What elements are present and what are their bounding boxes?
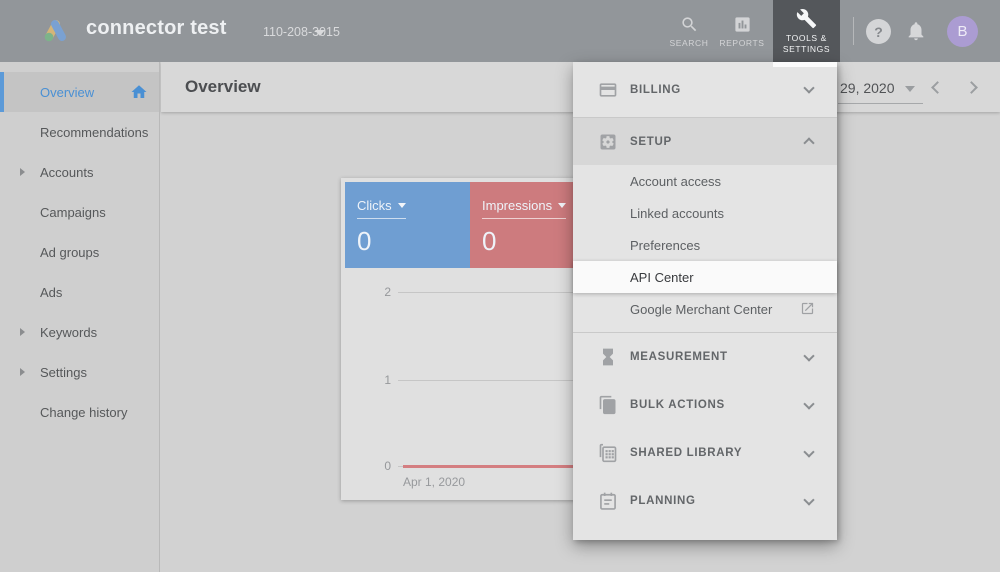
menu-section-measurement[interactable]: MEASUREMENT xyxy=(573,333,837,381)
menu-section-bulk-actions[interactable]: BULK ACTIONS xyxy=(573,381,837,429)
sidebar-item-accounts[interactable]: Accounts xyxy=(0,152,159,192)
menu-section-label: SETUP xyxy=(630,136,672,148)
reports-label: REPORTS xyxy=(719,38,764,48)
metric-caret-icon xyxy=(558,203,566,208)
menu-section-label: BILLING xyxy=(630,84,681,96)
left-navigation: Overview Recommendations Accounts Campai… xyxy=(0,62,160,572)
chevron-down-icon xyxy=(803,446,814,457)
y-tick-label: 1 xyxy=(361,373,391,387)
sidebar-item-label: Settings xyxy=(40,365,87,380)
menu-item-preferences[interactable]: Preferences xyxy=(573,229,837,261)
external-link-icon xyxy=(800,301,815,319)
date-range-caret-icon[interactable] xyxy=(905,86,915,92)
notifications-button[interactable] xyxy=(905,19,929,45)
menu-item-api-center[interactable]: API Center xyxy=(573,261,837,293)
help-button[interactable]: ? xyxy=(866,19,891,44)
tools-settings-button[interactable]: TOOLS & SETTINGS xyxy=(773,0,840,62)
planning-icon xyxy=(598,491,618,511)
sidebar-item-overview[interactable]: Overview xyxy=(0,72,159,112)
y-tick-label: 0 xyxy=(361,459,391,473)
home-icon xyxy=(130,83,148,104)
chevron-down-icon xyxy=(803,82,814,93)
menu-item-google-merchant-center[interactable]: Google Merchant Center xyxy=(573,293,837,325)
expand-arrow-icon[interactable] xyxy=(20,328,25,336)
avatar-initial: B xyxy=(957,23,967,40)
menu-section-setup[interactable]: SETUP xyxy=(573,118,837,165)
metric-selector[interactable]: Impressions xyxy=(482,198,566,219)
reports-chart-icon xyxy=(733,15,752,34)
sidebar-item-ad-groups[interactable]: Ad groups xyxy=(0,232,159,272)
metric-label: Clicks xyxy=(357,198,392,213)
metric-box-clicks[interactable]: Clicks 0 xyxy=(345,182,470,268)
date-next-chevron-icon[interactable] xyxy=(965,81,978,94)
hourglass-icon xyxy=(598,347,618,367)
bell-icon xyxy=(905,30,927,47)
topbar-divider xyxy=(853,17,854,45)
google-ads-app: connector test 110-208-3015 SEARCH REPOR… xyxy=(0,0,1000,572)
sidebar-item-label: Ads xyxy=(40,285,62,300)
chevron-down-icon xyxy=(803,494,814,505)
metric-value: 0 xyxy=(482,226,496,257)
chevron-down-icon xyxy=(803,350,814,361)
account-picker-caret-icon[interactable] xyxy=(315,30,325,36)
sidebar-item-settings[interactable]: Settings xyxy=(0,352,159,392)
question-mark-icon: ? xyxy=(874,24,883,40)
account-name: connector test xyxy=(86,17,227,40)
menu-section-label: BULK ACTIONS xyxy=(630,399,725,411)
account-id: 110-208-3015 xyxy=(263,25,340,39)
shared-library-icon xyxy=(598,443,618,463)
menu-section-billing[interactable]: BILLING xyxy=(573,62,837,118)
page-title: Overview xyxy=(185,77,261,97)
sidebar-item-keywords[interactable]: Keywords xyxy=(0,312,159,352)
reports-button[interactable]: REPORTS xyxy=(714,0,770,62)
search-button[interactable]: SEARCH xyxy=(661,0,717,62)
top-app-bar: connector test 110-208-3015 SEARCH REPOR… xyxy=(0,0,1000,62)
menu-divider xyxy=(573,325,837,333)
chevron-up-icon xyxy=(803,137,814,148)
menu-section-label: MEASUREMENT xyxy=(630,351,728,363)
date-range-display[interactable]: 29, 2020 xyxy=(840,80,895,96)
sidebar-item-recommendations[interactable]: Recommendations xyxy=(0,112,159,152)
metric-label: Impressions xyxy=(482,198,552,213)
search-label: SEARCH xyxy=(669,38,708,48)
sidebar-item-label: Recommendations xyxy=(40,125,148,140)
credit-card-icon xyxy=(598,80,618,100)
sidebar-item-label: Keywords xyxy=(40,325,97,340)
sidebar-item-label: Accounts xyxy=(40,165,93,180)
metric-value: 0 xyxy=(357,226,371,257)
sidebar-item-label: Overview xyxy=(40,85,94,100)
avatar[interactable]: B xyxy=(947,16,978,47)
expand-arrow-icon[interactable] xyxy=(20,368,25,376)
setup-gear-icon xyxy=(598,132,618,152)
sidebar-item-label: Change history xyxy=(40,405,127,420)
metric-selector[interactable]: Clicks xyxy=(357,198,406,219)
menu-section-label: SHARED LIBRARY xyxy=(630,447,742,459)
google-ads-logo-icon[interactable] xyxy=(40,16,70,46)
date-range-underline xyxy=(838,103,923,104)
sidebar-item-label: Ad groups xyxy=(40,245,99,260)
search-icon xyxy=(680,15,699,34)
wrench-icon xyxy=(796,8,817,29)
sidebar-item-label: Campaigns xyxy=(40,205,106,220)
menu-item-account-access[interactable]: Account access xyxy=(573,165,837,197)
selected-indicator xyxy=(0,72,4,112)
sidebar-item-change-history[interactable]: Change history xyxy=(0,392,159,432)
sidebar-item-ads[interactable]: Ads xyxy=(0,272,159,312)
menu-section-label: PLANNING xyxy=(630,495,696,507)
metric-caret-icon xyxy=(398,203,406,208)
menu-section-planning[interactable]: PLANNING xyxy=(573,477,837,525)
sidebar-item-campaigns[interactable]: Campaigns xyxy=(0,192,159,232)
y-tick-label: 2 xyxy=(361,285,391,299)
tools-settings-label: TOOLS & SETTINGS xyxy=(783,33,830,55)
chevron-down-icon xyxy=(803,398,814,409)
expand-arrow-icon[interactable] xyxy=(20,168,25,176)
tools-settings-menu: BILLING SETUP Account access Linked acco… xyxy=(573,62,837,540)
menu-section-shared-library[interactable]: SHARED LIBRARY xyxy=(573,429,837,477)
x-axis-label: Apr 1, 2020 xyxy=(403,475,465,489)
date-prev-chevron-icon[interactable] xyxy=(931,81,944,94)
menu-item-linked-accounts[interactable]: Linked accounts xyxy=(573,197,837,229)
bulk-copy-icon xyxy=(598,395,618,415)
